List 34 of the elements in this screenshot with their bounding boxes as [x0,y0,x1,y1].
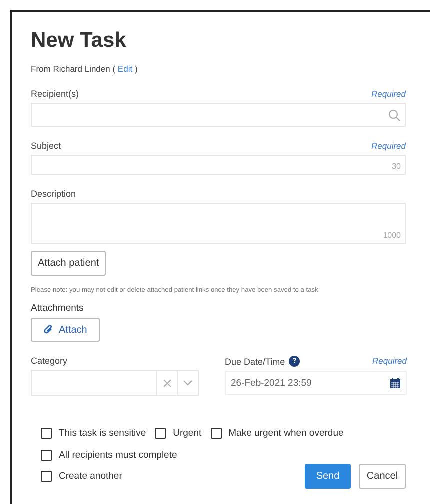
checkbox[interactable] [210,428,222,439]
date-value: 26-Feb-2021 23:59 [231,378,312,388]
character-counter: 30 [392,162,401,171]
checkbox-label: Create another [59,471,122,482]
field-label: Subject [31,141,62,151]
character-counter: 1000 [383,231,401,240]
attach-patient-button[interactable]: Attach patient [31,251,106,276]
sender-line: From Richard Linden ( Edit ) [31,64,139,74]
search-icon [388,108,401,122]
search-field[interactable] [31,103,406,127]
checkbox[interactable] [41,428,52,439]
checkbox[interactable] [155,428,166,439]
cancel-button[interactable]: Cancel [359,464,406,489]
edit-link[interactable]: Edit [118,64,133,74]
required-label: Required [372,89,406,99]
dialog-title: New Task [31,28,128,54]
checkbox-label: Make urgent when overdue [228,428,344,439]
checkbox-label: Urgent [173,428,202,439]
section-label: Attachments [31,303,85,314]
field-label: Due Date/Time [225,356,286,366]
attach-button[interactable]: Attach [31,318,100,342]
checkbox[interactable] [41,471,52,482]
send-button[interactable]: Send [305,464,351,489]
field-label: Recipient(s) [31,89,80,99]
required-label: Required [372,141,406,151]
paperclip-icon [44,325,54,335]
checkbox[interactable] [41,450,52,461]
checkbox-label: This task is sensitive [59,428,146,439]
checkbox-label: All recipients must complete [59,450,178,461]
field-label: Description [31,189,76,199]
required-label: Required [372,356,407,367]
calendar-icon[interactable] [390,378,401,388]
date-field[interactable]: 26-Feb-2021 23:59 [225,371,407,395]
field-label: Category [31,356,68,366]
